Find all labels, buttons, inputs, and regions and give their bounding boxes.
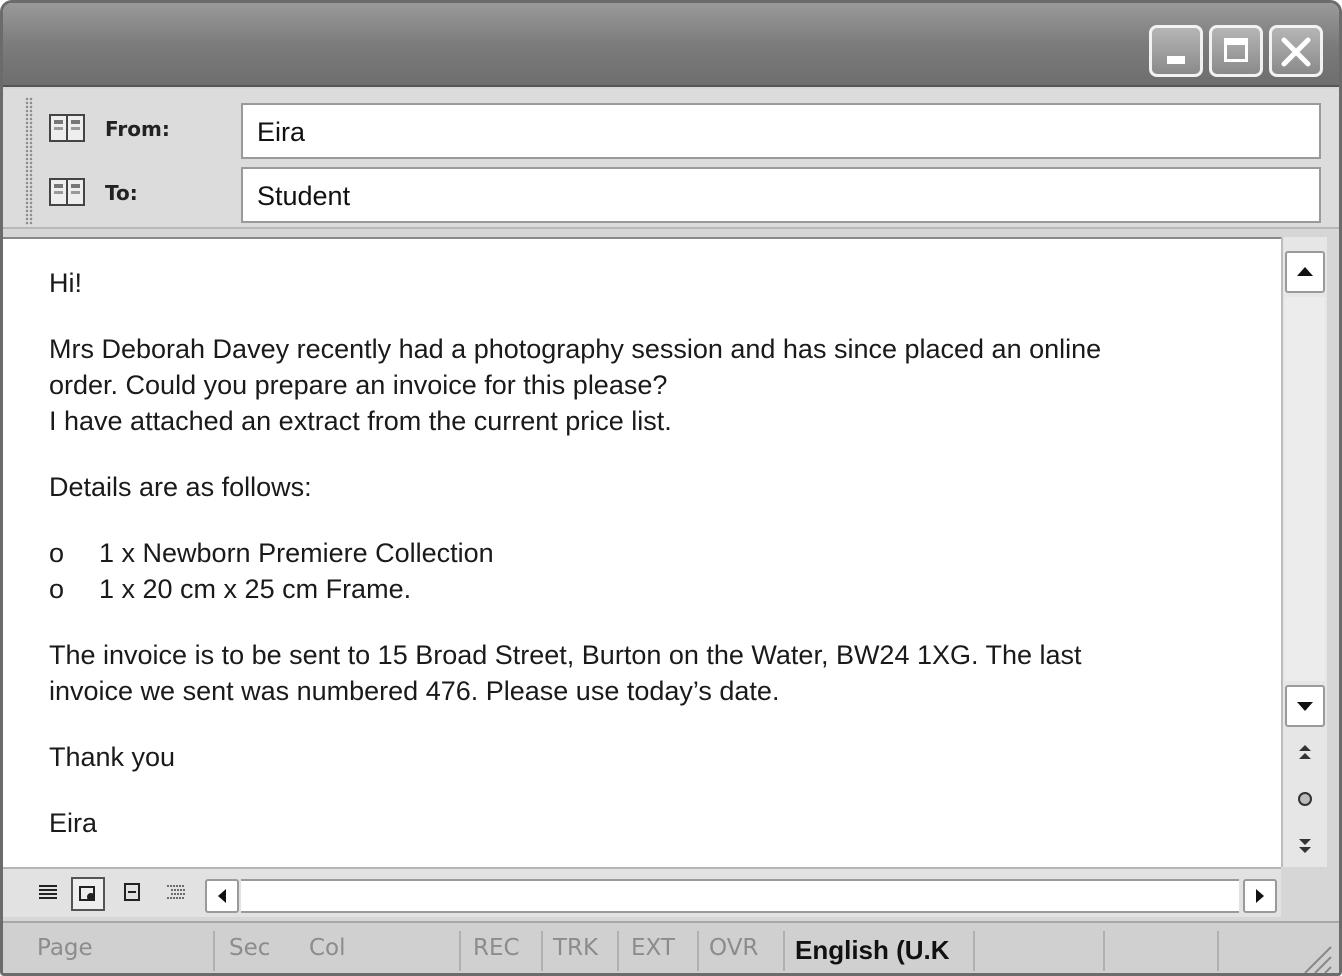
address-book-icon[interactable] (49, 113, 85, 143)
order-items-list: o 1 x Newborn Premiere Collection o 1 x … (49, 535, 1249, 607)
scroll-right-button[interactable] (1243, 879, 1277, 913)
toolbar-gripper[interactable] (25, 97, 33, 225)
email-window: From: Eira To: Student Hi! Mrs Deborah D… (0, 0, 1342, 976)
address-book-icon[interactable] (49, 177, 85, 207)
triangle-down-icon (1297, 702, 1313, 711)
list-item: o 1 x 20 cm x 25 cm Frame. (49, 571, 1249, 607)
list-item-text: 1 x Newborn Premiere Collection (99, 538, 494, 568)
list-item-text: 1 x 20 cm x 25 cm Frame. (99, 574, 412, 604)
minimize-icon (1167, 56, 1185, 64)
request-line-3: I have attached an extract from the curr… (49, 406, 672, 436)
bullet-marker: o (49, 574, 65, 604)
status-separator (541, 931, 543, 971)
vertical-scroll-track[interactable] (1285, 297, 1325, 681)
from-row: From: Eira (43, 103, 1323, 159)
message-header: From: Eira To: Student (3, 89, 1339, 229)
scroll-up-button[interactable] (1285, 251, 1325, 293)
address-line-1: The invoice is to be sent to 15 Broad St… (49, 640, 1082, 670)
greeting: Hi! (49, 268, 82, 298)
message-text[interactable]: Hi! Mrs Deborah Davey recently had a pho… (49, 265, 1249, 871)
print-layout-view-button[interactable] (115, 877, 149, 911)
outline-view-button[interactable] (159, 877, 193, 911)
close-button[interactable] (1269, 25, 1323, 77)
status-language[interactable]: English (U.K (795, 935, 950, 966)
view-and-horizontal-scroll-bar (3, 867, 1281, 917)
closing: Thank you (49, 742, 176, 772)
from-field[interactable]: Eira (241, 103, 1321, 159)
request-line-2: order. Could you prepare an invoice for … (49, 370, 668, 400)
previous-page-button[interactable] (1287, 735, 1323, 771)
request-line-1: Mrs Deborah Davey recently had a photogr… (49, 334, 1102, 364)
horizontal-scroll-track[interactable] (241, 879, 1239, 913)
message-body[interactable]: Hi! Mrs Deborah Davey recently had a pho… (3, 237, 1281, 867)
maximize-icon (1224, 38, 1248, 62)
title-bar[interactable] (3, 3, 1339, 87)
status-bar: Page Sec Col REC TRK EXT OVR English (U.… (3, 921, 1339, 975)
triangle-up-icon (1297, 267, 1313, 276)
status-trk[interactable]: TRK (553, 935, 598, 961)
outline-view-icon (167, 885, 185, 899)
select-browse-object-button[interactable] (1287, 781, 1323, 817)
status-separator (213, 931, 215, 971)
print-layout-icon (124, 883, 140, 901)
web-layout-view-button[interactable] (71, 877, 105, 911)
status-separator (1103, 931, 1105, 971)
signature: Eira (49, 808, 98, 838)
status-page: Page (37, 935, 93, 961)
normal-view-icon (39, 885, 57, 899)
status-separator (783, 931, 785, 971)
double-up-arrow-icon (1299, 745, 1311, 759)
status-col: Col (309, 935, 346, 961)
vertical-scrollbar[interactable] (1281, 237, 1327, 867)
normal-view-button[interactable] (31, 877, 65, 911)
triangle-left-icon (218, 889, 226, 903)
to-field[interactable]: Student (241, 167, 1321, 223)
details-intro: Details are as follows: (49, 472, 312, 502)
status-separator (697, 931, 699, 971)
resize-grip-icon[interactable] (1297, 939, 1333, 975)
to-row: To: Student (43, 167, 1323, 223)
web-layout-icon (79, 886, 95, 901)
status-ext[interactable]: EXT (631, 935, 675, 961)
minimize-button[interactable] (1149, 25, 1203, 77)
list-item: o 1 x Newborn Premiere Collection (49, 535, 1249, 571)
next-page-button[interactable] (1287, 827, 1323, 863)
scroll-down-button[interactable] (1285, 685, 1325, 727)
paragraph-request: Mrs Deborah Davey recently had a photogr… (49, 331, 1249, 439)
status-sec: Sec (229, 935, 271, 961)
status-separator (973, 931, 975, 971)
paragraph-address: The invoice is to be sent to 15 Broad St… (49, 637, 1249, 709)
status-ovr[interactable]: OVR (709, 935, 758, 961)
bullet-marker: o (49, 538, 65, 568)
status-separator (459, 931, 461, 971)
status-separator (617, 931, 619, 971)
to-label: To: (105, 181, 138, 205)
from-label: From: (105, 117, 170, 141)
status-separator (1217, 931, 1219, 971)
status-rec[interactable]: REC (473, 935, 520, 961)
scroll-left-button[interactable] (205, 879, 239, 913)
address-line-2: invoice we sent was numbered 476. Please… (49, 676, 780, 706)
circle-icon (1298, 792, 1312, 806)
maximize-button[interactable] (1209, 25, 1263, 77)
close-icon (1281, 37, 1311, 67)
double-down-arrow-icon (1299, 839, 1311, 853)
triangle-right-icon (1256, 889, 1264, 903)
